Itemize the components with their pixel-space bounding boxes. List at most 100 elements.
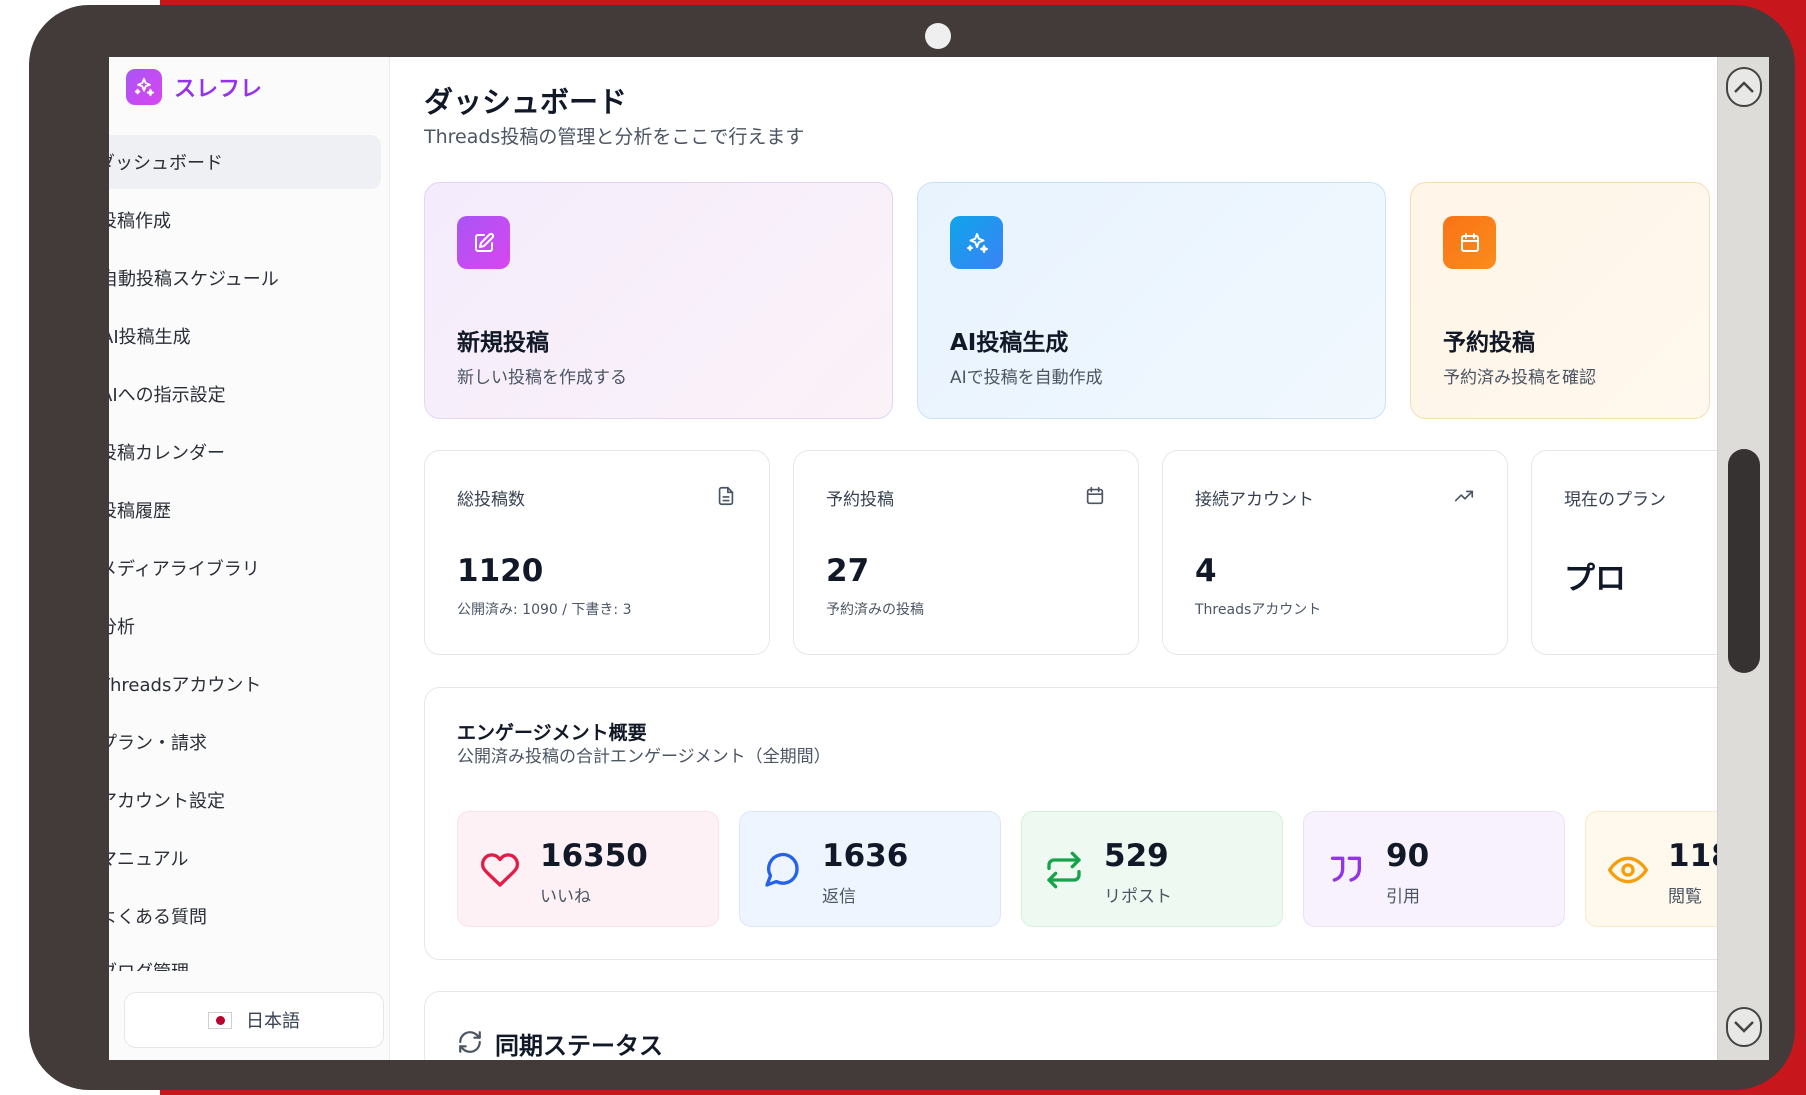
scroll-down-button[interactable] bbox=[1726, 1007, 1762, 1047]
action-description: 新しい投稿を作成する bbox=[457, 368, 627, 388]
sidebar-item-create-post[interactable]: 投稿作成 bbox=[109, 193, 381, 247]
engagement-title: エンゲージメント概要 bbox=[457, 722, 647, 744]
page-subtitle: Threads投稿の管理と分析をここで行えます bbox=[424, 126, 805, 148]
quote-icon bbox=[1331, 856, 1361, 882]
camera-dot bbox=[925, 23, 951, 49]
scroll-thumb[interactable] bbox=[1728, 449, 1760, 673]
sync-status-card: 同期ステータス bbox=[424, 991, 1769, 1060]
repost-icon bbox=[1047, 851, 1081, 889]
action-title: 予約投稿 bbox=[1443, 330, 1535, 356]
chevron-down-icon bbox=[1734, 1021, 1754, 1033]
sidebar-item-label: ブログ管理 bbox=[109, 958, 189, 971]
sidebar-item-label: 投稿作成 bbox=[109, 211, 171, 232]
action-card-ai-generate[interactable]: AI投稿生成 AIで投稿を自動作成 bbox=[917, 182, 1386, 419]
sidebar-item-calendar[interactable]: 投稿カレンダー bbox=[109, 425, 381, 479]
sidebar-item-plan-billing[interactable]: プラン・請求 bbox=[109, 715, 381, 769]
sidebar-item-label: メディアライブラリ bbox=[109, 559, 260, 580]
stat-label: 予約投稿 bbox=[826, 490, 894, 510]
sparkles-icon bbox=[950, 216, 1003, 269]
action-description: AIで投稿を自動作成 bbox=[950, 368, 1103, 388]
sidebar-item-ai-generate[interactable]: AI投稿生成 bbox=[109, 309, 381, 363]
sidebar-item-blog-admin[interactable]: ブログ管理 bbox=[109, 947, 381, 971]
action-description: 予約済み投稿を確認 bbox=[1443, 368, 1596, 388]
sidebar-item-label: マニュアル bbox=[109, 849, 189, 870]
stat-value: 27 bbox=[826, 553, 870, 589]
document-icon bbox=[718, 486, 734, 506]
message-circle-icon bbox=[765, 852, 799, 887]
calendar-icon bbox=[1086, 486, 1104, 505]
sidebar-item-label: 自動投稿スケジュール bbox=[109, 269, 279, 290]
sidebar-item-manual[interactable]: マニュアル bbox=[109, 831, 381, 885]
stat-subtext: 予約済みの投稿 bbox=[826, 602, 924, 618]
scroll-up-button[interactable] bbox=[1726, 67, 1762, 107]
main-content: ダッシュボード Threads投稿の管理と分析をここで行えます 新規投稿 新しい… bbox=[391, 57, 1769, 1060]
sidebar-item-dashboard[interactable]: ダッシュボード bbox=[109, 135, 381, 189]
action-title: 新規投稿 bbox=[457, 330, 549, 356]
brand[interactable]: スレフレ bbox=[126, 69, 262, 105]
sync-status-title: 同期ステータス bbox=[495, 1032, 663, 1060]
stat-label: 現在のプラン bbox=[1564, 490, 1666, 510]
sidebar-item-label: ダッシュボード bbox=[109, 153, 223, 174]
action-card-new-post[interactable]: 新規投稿 新しい投稿を作成する bbox=[424, 182, 893, 419]
language-selector[interactable]: 日本語 bbox=[124, 992, 384, 1048]
stat-subtext: 公開済み: 1090 / 下書き: 3 bbox=[457, 602, 632, 618]
stat-card-accounts: 接続アカウント 4 Threadsアカウント bbox=[1162, 450, 1508, 655]
metric-label: いいね bbox=[540, 887, 591, 907]
heart-icon bbox=[480, 853, 520, 887]
metric-value: 90 bbox=[1386, 838, 1430, 874]
refresh-icon bbox=[459, 1031, 481, 1053]
sidebar-nav: ダッシュボード 投稿作成 自動投稿スケジュール AI投稿生成 AIへの指示設定 … bbox=[109, 135, 390, 975]
language-label: 日本語 bbox=[246, 1011, 300, 1032]
sidebar-item-account-settings[interactable]: アカウント設定 bbox=[109, 773, 381, 827]
chevron-up-icon bbox=[1734, 81, 1754, 93]
sidebar-item-label: AI投稿生成 bbox=[109, 327, 191, 348]
screen: スレフレ ダッシュボード 投稿作成 自動投稿スケジュール AI投稿生成 AIへの… bbox=[109, 57, 1769, 1060]
sidebar-item-label: 投稿履歴 bbox=[109, 501, 171, 522]
sidebar-item-label: プラン・請求 bbox=[109, 733, 207, 754]
sidebar-item-history[interactable]: 投稿履歴 bbox=[109, 483, 381, 537]
stat-value: 1120 bbox=[457, 553, 544, 589]
eye-icon bbox=[1608, 856, 1648, 884]
edit-icon bbox=[457, 216, 510, 269]
sidebar-item-media-library[interactable]: メディアライブラリ bbox=[109, 541, 381, 595]
metric-label: 閲覧 bbox=[1668, 887, 1702, 907]
sidebar: スレフレ ダッシュボード 投稿作成 自動投稿スケジュール AI投稿生成 AIへの… bbox=[109, 57, 390, 1060]
sidebar-item-label: アカウント設定 bbox=[109, 791, 225, 812]
trending-up-icon bbox=[1454, 490, 1474, 502]
sidebar-item-ai-instructions[interactable]: AIへの指示設定 bbox=[109, 367, 381, 421]
calendar-icon bbox=[1443, 216, 1496, 269]
sidebar-item-threads-accounts[interactable]: Threadsアカウント bbox=[109, 657, 381, 711]
metric-label: 引用 bbox=[1386, 887, 1420, 907]
metric-replies: 1636 返信 bbox=[739, 811, 1001, 927]
sidebar-item-auto-schedule[interactable]: 自動投稿スケジュール bbox=[109, 251, 381, 305]
metric-quotes: 90 引用 bbox=[1303, 811, 1565, 927]
vertical-scrollbar[interactable] bbox=[1717, 57, 1769, 1060]
sparkles-icon bbox=[126, 69, 162, 105]
stat-label: 総投稿数 bbox=[457, 490, 525, 510]
metric-likes: 16350 いいね bbox=[457, 811, 719, 927]
tablet-frame: スレフレ ダッシュボード 投稿作成 自動投稿スケジュール AI投稿生成 AIへの… bbox=[29, 5, 1795, 1090]
sidebar-item-label: Threadsアカウント bbox=[109, 675, 262, 696]
engagement-subtitle: 公開済み投稿の合計エンゲージメント（全期間） bbox=[457, 747, 831, 767]
action-card-scheduled-posts[interactable]: 予約投稿 予約済み投稿を確認 bbox=[1410, 182, 1710, 419]
stat-label: 接続アカウント bbox=[1195, 490, 1314, 510]
stat-card-scheduled: 予約投稿 27 予約済みの投稿 bbox=[793, 450, 1139, 655]
sidebar-item-label: 分析 bbox=[109, 617, 135, 638]
sidebar-item-analytics[interactable]: 分析 bbox=[109, 599, 381, 653]
stat-subtext: Threadsアカウント bbox=[1195, 602, 1322, 618]
metric-value: 16350 bbox=[540, 838, 648, 874]
page-title: ダッシュボード bbox=[424, 85, 628, 119]
stat-value: プロ bbox=[1564, 561, 1626, 597]
sidebar-item-faq[interactable]: よくある質問 bbox=[109, 889, 381, 943]
japan-flag-icon bbox=[208, 1011, 232, 1029]
stat-card-total-posts: 総投稿数 1120 公開済み: 1090 / 下書き: 3 bbox=[424, 450, 770, 655]
brand-name: スレフレ bbox=[174, 77, 263, 102]
sidebar-item-label: よくある質問 bbox=[109, 907, 207, 928]
metric-label: リポスト bbox=[1104, 887, 1172, 907]
metric-value: 529 bbox=[1104, 838, 1169, 874]
metric-value: 1636 bbox=[822, 838, 909, 874]
metric-reposts: 529 リポスト bbox=[1021, 811, 1283, 927]
sidebar-item-label: 投稿カレンダー bbox=[109, 443, 225, 464]
stat-value: 4 bbox=[1195, 553, 1217, 589]
engagement-overview-card: エンゲージメント概要 公開済み投稿の合計エンゲージメント（全期間） 16350 … bbox=[424, 687, 1769, 960]
